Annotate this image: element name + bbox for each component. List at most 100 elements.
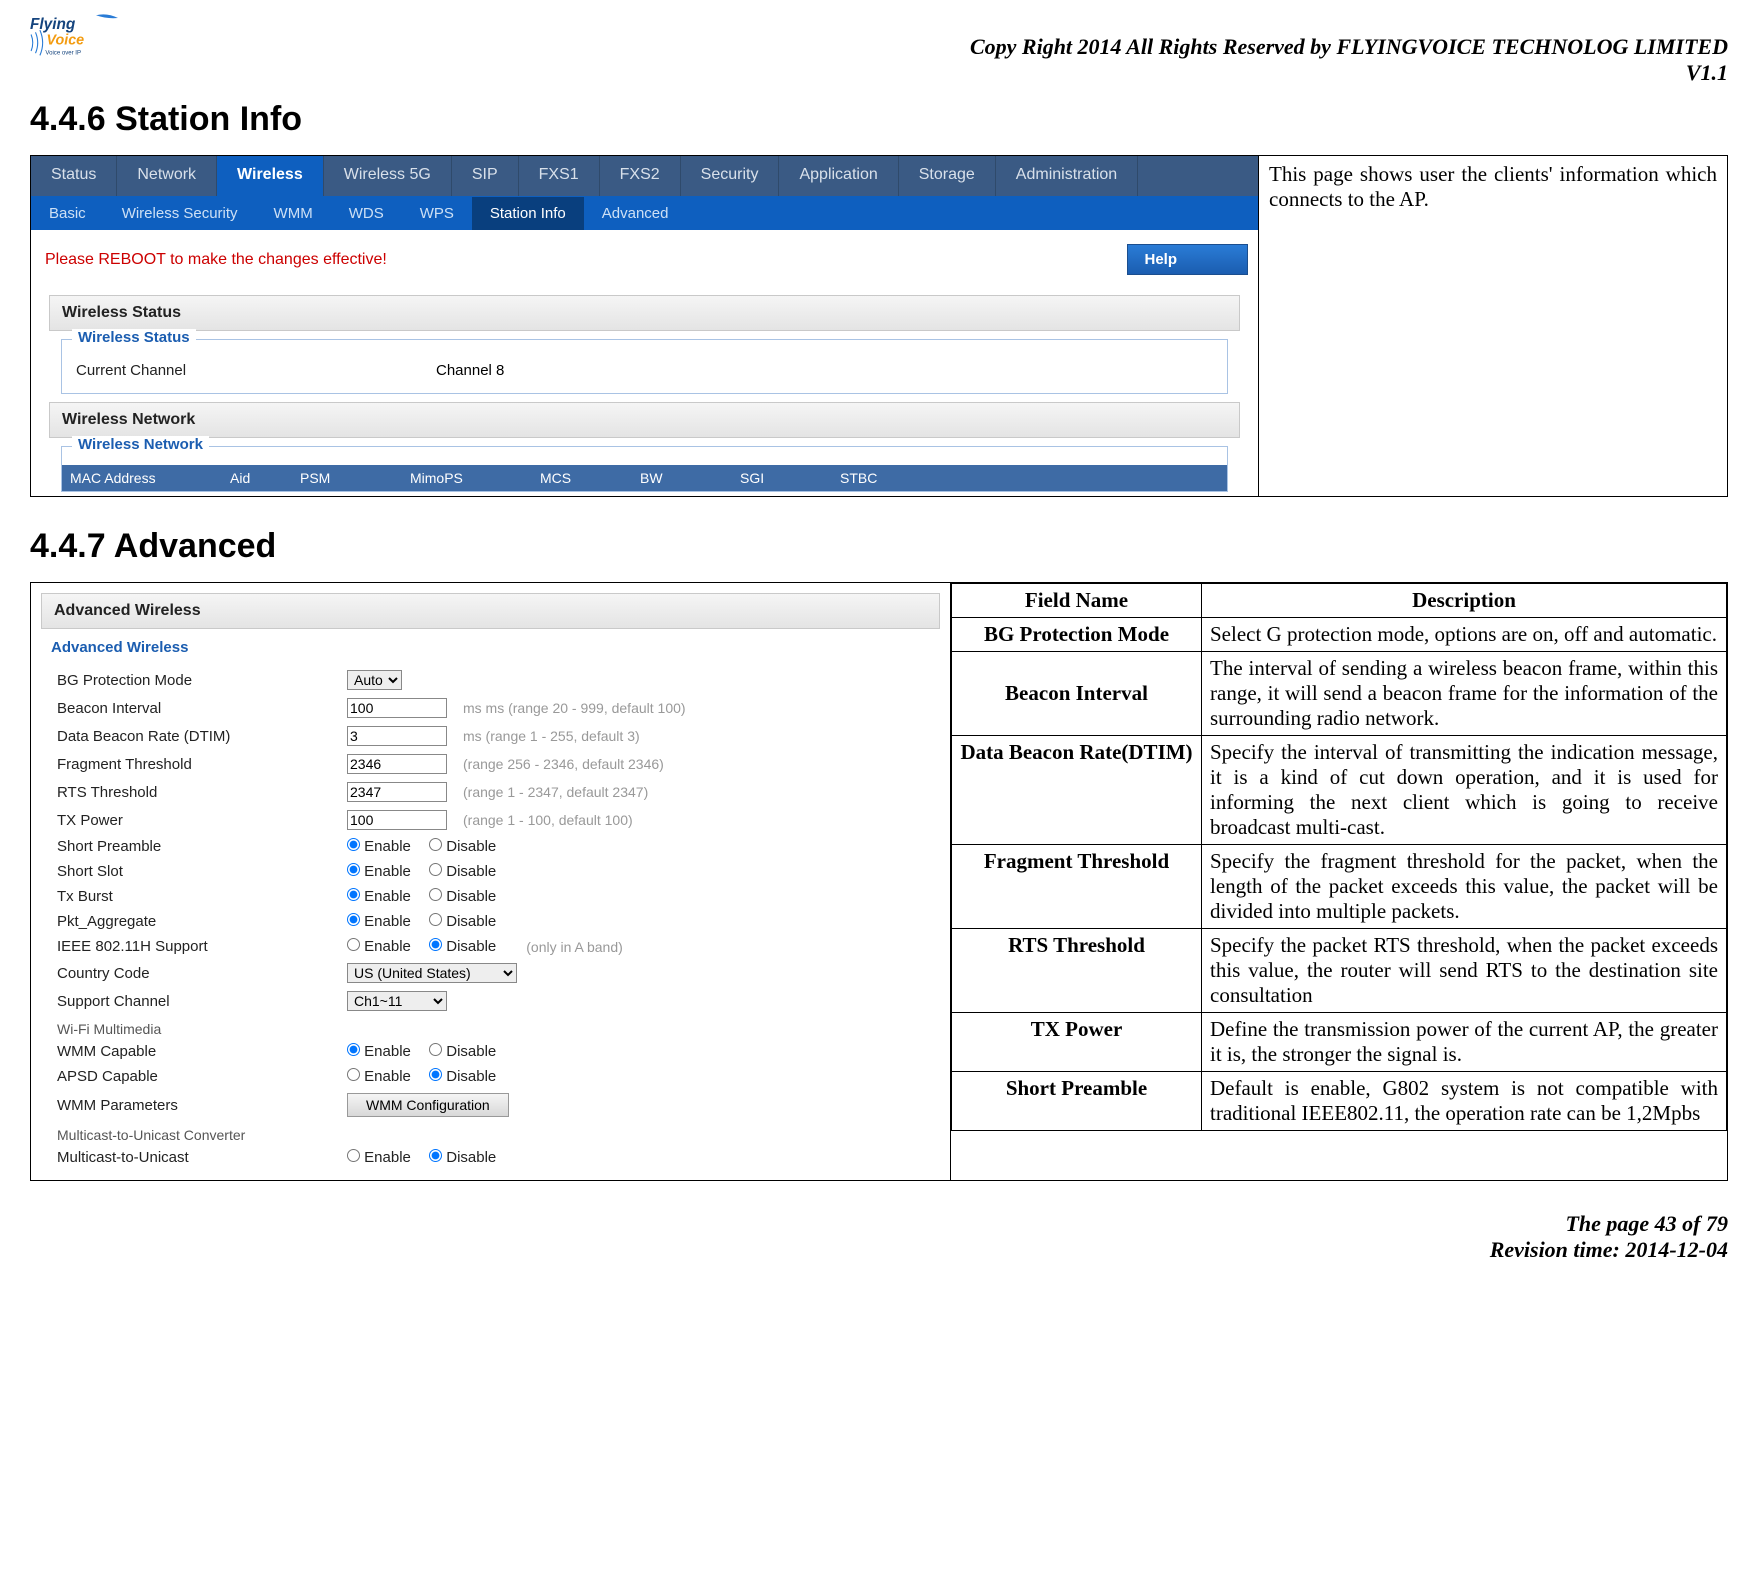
input-beacon-interval[interactable] xyxy=(347,698,447,718)
radio-mcuc-disable[interactable]: Disable xyxy=(429,1149,496,1166)
radio-sslot-enable[interactable]: Enable xyxy=(347,863,411,880)
radio-apsd-disable[interactable]: Disable xyxy=(429,1068,496,1085)
radio-sslot-disable[interactable]: Disable xyxy=(429,863,496,880)
tab-network[interactable]: Network xyxy=(117,156,217,196)
subhead-mcuc: Multicast-to-Unicast Converter xyxy=(41,1121,940,1145)
radio-80211h-disable[interactable]: Disable xyxy=(429,938,496,955)
station-info-screenshot: Status Network Wireless Wireless 5G SIP … xyxy=(31,156,1259,496)
current-channel-label: Current Channel xyxy=(76,362,276,379)
sub-tabs: Basic Wireless Security WMM WDS WPS Stat… xyxy=(31,196,1258,230)
col-description: Description xyxy=(1202,584,1727,618)
fn-beacon: Beacon Interval xyxy=(952,652,1202,736)
tab-wireless[interactable]: Wireless xyxy=(217,156,324,196)
advanced-block: Advanced Wireless Advanced Wireless BG P… xyxy=(30,582,1728,1181)
subtab-wps[interactable]: WPS xyxy=(402,197,472,230)
doc-footer: The page 43 of 79 Revision time: 2014-12… xyxy=(30,1211,1728,1263)
tab-application[interactable]: Application xyxy=(779,156,898,196)
lbl-bg-protection: BG Protection Mode xyxy=(57,672,337,689)
lbl-fragment: Fragment Threshold xyxy=(57,756,337,773)
radio-pkta-disable[interactable]: Disable xyxy=(429,913,496,930)
de-frag: Specify the fragment threshold for the p… xyxy=(1202,845,1727,929)
advanced-wireless-form: Advanced Wireless BG Protection Mode Aut… xyxy=(41,639,940,1170)
select-support-channel[interactable]: Ch1~11 xyxy=(347,991,447,1011)
hint-txpower: (range 1 - 100, default 100) xyxy=(463,812,633,828)
lbl-beacon-interval: Beacon Interval xyxy=(57,700,337,717)
tab-wireless5g[interactable]: Wireless 5G xyxy=(324,156,452,196)
lbl-txpower: TX Power xyxy=(57,812,337,829)
radio-spre-disable[interactable]: Disable xyxy=(429,838,496,855)
input-fragment[interactable] xyxy=(347,754,447,774)
row-bg-protection: BG Protection Mode Auto xyxy=(41,666,940,694)
svg-text:Voice over IP: Voice over IP xyxy=(45,50,81,56)
select-country-code[interactable]: US (United States) xyxy=(347,963,517,983)
svg-text:Voice: Voice xyxy=(47,32,85,48)
input-txpower[interactable] xyxy=(347,810,447,830)
radio-apsd-enable[interactable]: Enable xyxy=(347,1068,411,1085)
row-txpower: TX Power (range 1 - 100, default 100) xyxy=(41,806,940,834)
col-psm: PSM xyxy=(292,465,402,491)
help-button[interactable]: Help xyxy=(1127,244,1248,275)
subtab-basic[interactable]: Basic xyxy=(31,197,104,230)
subtab-wireless-security[interactable]: Wireless Security xyxy=(104,197,256,230)
radio-80211h-enable[interactable]: Enable xyxy=(347,938,411,955)
footer-revision: Revision time: 2014-12-04 xyxy=(30,1237,1728,1263)
row-dtim: Data Beacon Rate (DTIM) ms (range 1 - 25… xyxy=(41,722,940,750)
section-heading-advanced: 4.4.7 Advanced xyxy=(30,527,1728,566)
version-line: V1.1 xyxy=(30,60,1728,86)
subtab-wds[interactable]: WDS xyxy=(331,197,402,230)
col-mcs: MCS xyxy=(532,465,632,491)
lbl-rts: RTS Threshold xyxy=(57,784,337,801)
row-support-channel: Support Channel Ch1~11 xyxy=(41,987,940,1015)
hint-beacon-interval: ms ms (range 20 - 999, default 100) xyxy=(463,700,686,716)
de-spre: Default is enable, G802 system is not co… xyxy=(1202,1072,1727,1131)
fieldset-wireless-status: Wireless Status Current Channel Channel … xyxy=(61,339,1228,394)
input-dtim[interactable] xyxy=(347,726,447,746)
radio-txb-disable[interactable]: Disable xyxy=(429,888,496,905)
lbl-80211h: IEEE 802.11H Support xyxy=(57,938,337,955)
row-beacon-interval: Beacon Interval ms ms (range 20 - 999, d… xyxy=(41,694,940,722)
row-short-preamble: Short Preamble Enable Disable xyxy=(41,834,940,859)
subtab-wmm[interactable]: WMM xyxy=(256,197,331,230)
panel-wireless-network-title: Wireless Network xyxy=(49,402,1240,438)
row-fragment: Fragment Threshold (range 256 - 2346, de… xyxy=(41,750,940,778)
row-country-code: Country Code US (United States) xyxy=(41,959,940,987)
input-rts[interactable] xyxy=(347,782,447,802)
radio-wmmc-disable[interactable]: Disable xyxy=(429,1043,496,1060)
col-aid: Aid xyxy=(222,465,292,491)
tab-fxs2[interactable]: FXS2 xyxy=(600,156,681,196)
row-rts: RTS Threshold (range 1 - 2347, default 2… xyxy=(41,778,940,806)
svg-text:Flying: Flying xyxy=(30,16,76,33)
tab-status[interactable]: Status xyxy=(31,156,117,196)
panel-wireless-status-title: Wireless Status xyxy=(49,295,1240,331)
radio-wmmc-enable[interactable]: Enable xyxy=(347,1043,411,1060)
tab-fxs1[interactable]: FXS1 xyxy=(519,156,600,196)
lbl-support-channel: Support Channel xyxy=(57,993,337,1010)
hint-dtim: ms (range 1 - 255, default 3) xyxy=(463,728,640,744)
lbl-tx-burst: Tx Burst xyxy=(57,888,337,905)
row-wmm-capable: WMM Capable Enable Disable xyxy=(41,1039,940,1064)
col-mac: MAC Address xyxy=(62,465,222,491)
row-multicast-to-unicast: Multicast-to-Unicast Enable Disable xyxy=(41,1145,940,1170)
subtab-station-info[interactable]: Station Info xyxy=(472,197,584,230)
lbl-multicast-to-unicast: Multicast-to-Unicast xyxy=(57,1149,337,1166)
fn-dtim: Data Beacon Rate(DTIM) xyxy=(952,736,1202,845)
lbl-wmm-parameters: WMM Parameters xyxy=(57,1097,337,1114)
radio-mcuc-enable[interactable]: Enable xyxy=(347,1149,411,1166)
copyright-line: Copy Right 2014 All Rights Reserved by F… xyxy=(30,34,1728,60)
de-rts: Specify the packet RTS threshold, when t… xyxy=(1202,929,1727,1013)
tab-storage[interactable]: Storage xyxy=(899,156,996,196)
wmm-configuration-button[interactable]: WMM Configuration xyxy=(347,1093,509,1117)
fn-spre: Short Preamble xyxy=(952,1072,1202,1131)
current-channel-value: Channel 8 xyxy=(436,362,504,379)
fieldset-wireless-network: Wireless Network MAC Address Aid PSM Mim… xyxy=(61,446,1228,492)
tab-administration[interactable]: Administration xyxy=(996,156,1138,196)
subtab-advanced[interactable]: Advanced xyxy=(584,197,687,230)
tab-sip[interactable]: SIP xyxy=(452,156,519,196)
radio-txb-enable[interactable]: Enable xyxy=(347,888,411,905)
footer-page: The page 43 of 79 xyxy=(30,1211,1728,1237)
select-bg-protection[interactable]: Auto xyxy=(347,670,402,690)
radio-spre-enable[interactable]: Enable xyxy=(347,838,411,855)
radio-pkta-enable[interactable]: Enable xyxy=(347,913,411,930)
tab-security[interactable]: Security xyxy=(681,156,780,196)
panel-advanced-wireless-title: Advanced Wireless xyxy=(41,593,940,629)
